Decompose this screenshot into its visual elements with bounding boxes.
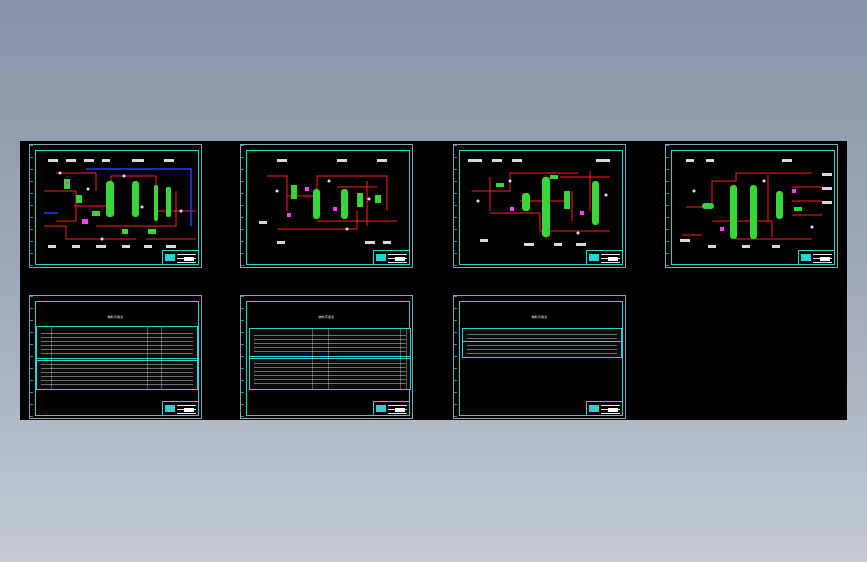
drawing-sheet-table-1[interactable]: 物料平衡表 [29,295,202,419]
drawing-sheet-pfd-3[interactable] [453,144,626,268]
frame-ticks [241,145,244,267]
frame-ticks [30,145,33,267]
title-block [798,250,835,265]
title-block [373,401,410,416]
drawing-sheet-table-3[interactable]: 物料平衡表 [453,295,626,419]
company-logo [376,405,386,412]
drawing-sheet-table-2[interactable]: 物料平衡表 [240,295,413,419]
company-logo [589,254,599,261]
balance-table [462,328,622,358]
company-logo [376,254,386,261]
balance-table [36,326,198,390]
company-logo [801,254,811,261]
frame-ticks [454,145,457,267]
table-title: 物料平衡表 [318,315,335,319]
company-logo [165,405,175,412]
title-block [586,250,623,265]
process-flow-diagram [259,159,397,244]
process-flow-diagram [44,159,196,248]
cad-model-space[interactable]: 物料平衡表 物料平衡表 物料平衡表 [20,141,847,420]
title-block [162,401,199,416]
table-title: 物料平衡表 [531,315,548,319]
title-block [586,401,623,416]
title-block [162,250,199,265]
company-logo [165,254,175,261]
process-flow-diagram [468,159,610,246]
drawing-sheet-pfd-4[interactable] [665,144,838,268]
balance-table [249,328,411,390]
company-logo [589,405,599,412]
table-title: 物料平衡表 [107,315,124,319]
drawing-sheet-pfd-2[interactable] [240,144,413,268]
title-block [373,250,410,265]
process-flow-diagram [680,159,832,248]
drawing-sheet-pfd-1[interactable] [29,144,202,268]
frame-ticks [666,145,669,267]
